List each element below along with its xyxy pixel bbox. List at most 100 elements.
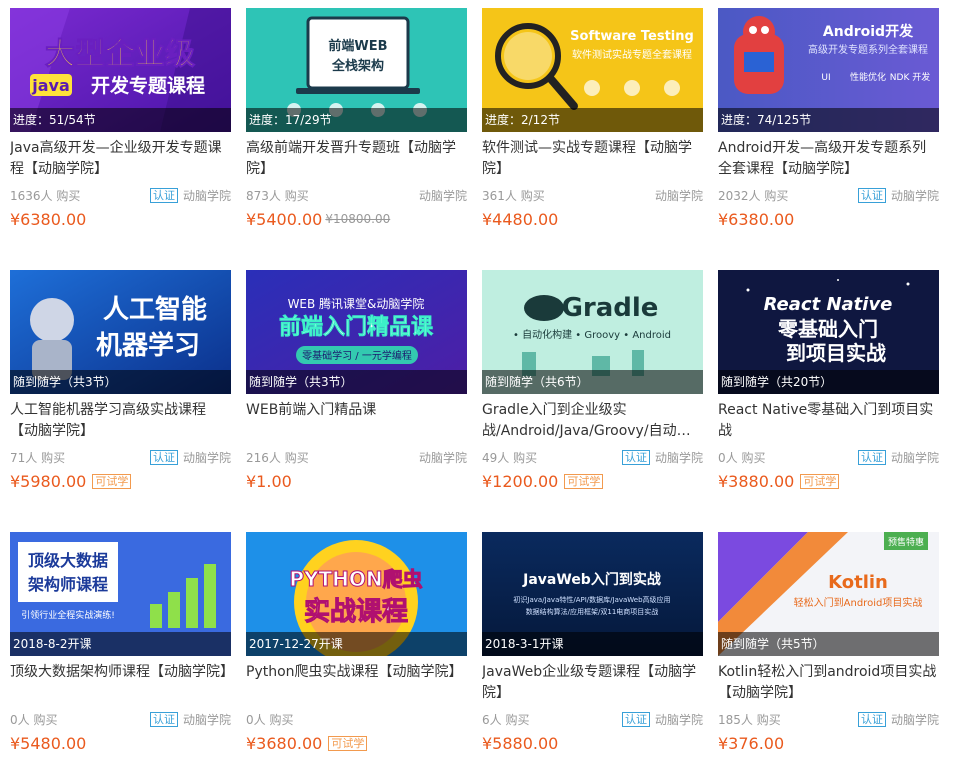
- banner-text: 实战课程: [304, 596, 408, 627]
- organization-name[interactable]: 动脑学院: [891, 449, 939, 466]
- status-bar: 2018-3-1开课: [482, 632, 703, 656]
- course-title[interactable]: 人工智能机器学习高级实战课程【动脑学院】: [10, 400, 231, 442]
- course-thumbnail[interactable]: React Native 零基础入门 到项目实战 随到随学（共20节）: [718, 270, 939, 394]
- status-bar: 随到随学（共5节）: [718, 632, 939, 656]
- status-bar: 进度：74/125节: [718, 108, 939, 132]
- banner-text: 零基础入门: [777, 317, 878, 341]
- course-meta: 0人 购买: [246, 710, 467, 728]
- course-card[interactable]: 顶级大数据 架构师课程 引领行业全程实战演练! 2018-8-2开课 顶级大数据…: [10, 532, 231, 766]
- course-title[interactable]: Android开发—高级开发专题系列全套课程【动脑学院】: [718, 138, 939, 180]
- course-card[interactable]: 预售特惠 Kotlin 轻松入门到Android项目实战 随到随学（共5节） K…: [718, 532, 939, 766]
- course-title[interactable]: Python爬虫实战课程【动脑学院】: [246, 662, 467, 704]
- course-title[interactable]: 高级前端开发晋升专题班【动脑学院】: [246, 138, 467, 180]
- original-price: ¥10800.00: [325, 212, 391, 226]
- buyer-count: 873人 购买: [246, 188, 309, 203]
- price: ¥3880.00: [718, 471, 795, 491]
- course-thumbnail[interactable]: 人工智能 机器学习 随到随学（共3节）: [10, 270, 231, 394]
- organization-name[interactable]: 动脑学院: [655, 187, 703, 204]
- course-title[interactable]: React Native零基础入门到项目实战: [718, 400, 939, 442]
- course-card[interactable]: JavaWeb入门到实战 初识Java/Java特性/API/数据库/JavaW…: [482, 532, 703, 766]
- course-meta: 873人 购买 动脑学院: [246, 186, 467, 204]
- trial-badge: 可试学: [800, 473, 840, 489]
- course-card[interactable]: 前端WEB 全栈架构 进度：17/29节 高级前端开发晋升专题班【动脑学院】 8…: [246, 8, 467, 248]
- banner-text: 到项目实战: [786, 341, 886, 365]
- course-meta: 1636人 购买 认证 动脑学院: [10, 186, 231, 204]
- banner-text: PYTHON爬虫: [289, 567, 422, 591]
- buyer-count: 6人 购买: [482, 712, 530, 727]
- course-thumbnail[interactable]: Software Testing 软件测试实战专题全套课程 进度：2/12节: [482, 8, 703, 132]
- course-thumbnail[interactable]: Android开发 高级开发专题系列全套课程 UI 性能优化 NDK 开发 进度…: [718, 8, 939, 132]
- banner-text: Android开发: [823, 23, 914, 40]
- course-card[interactable]: Gradle • 自动化构建 • Groovy • Android 随到随学（共…: [482, 270, 703, 510]
- course-card[interactable]: PYTHON爬虫 实战课程 2017-12-27开课 Python爬虫实战课程【…: [246, 532, 467, 766]
- price: ¥5980.00: [10, 471, 87, 491]
- course-card[interactable]: Android开发 高级开发专题系列全套课程 UI 性能优化 NDK 开发 进度…: [718, 8, 939, 248]
- organization-name[interactable]: 动脑学院: [419, 449, 467, 466]
- course-thumbnail[interactable]: 预售特惠 Kotlin 轻松入门到Android项目实战 随到随学（共5节）: [718, 532, 939, 656]
- banner-text: JavaWeb入门到实战: [522, 571, 661, 588]
- course-meta: 2032人 购买 认证 动脑学院: [718, 186, 939, 204]
- banner-text: 高级开发专题系列全套课程: [808, 43, 928, 56]
- status-bar: 随到随学（共20节）: [718, 370, 939, 394]
- course-meta: 49人 购买 认证 动脑学院: [482, 448, 703, 466]
- certified-badge: 认证: [149, 449, 178, 465]
- course-thumbnail[interactable]: Gradle • 自动化构建 • Groovy • Android 随到随学（共…: [482, 270, 703, 394]
- course-card[interactable]: 大型企业级 java 开发专题课程 进度：51/54节 Java高级开发—企业级…: [10, 8, 231, 248]
- course-thumbnail[interactable]: JavaWeb入门到实战 初识Java/Java特性/API/数据库/JavaW…: [482, 532, 703, 656]
- course-meta: 6人 购买 认证 动脑学院: [482, 710, 703, 728]
- banner-text: React Native: [764, 294, 893, 315]
- course-card[interactable]: React Native 零基础入门 到项目实战 随到随学（共20节） Reac…: [718, 270, 939, 510]
- organization-name[interactable]: 动脑学院: [183, 187, 231, 204]
- trial-badge: 可试学: [92, 473, 132, 489]
- price-row: ¥5880.00: [482, 732, 703, 754]
- buyer-count: 361人 购买: [482, 188, 545, 203]
- banner-text: 开发专题课程: [91, 74, 205, 97]
- organization-name[interactable]: 动脑学院: [891, 711, 939, 728]
- course-card[interactable]: Software Testing 软件测试实战专题全套课程 进度：2/12节 软…: [482, 8, 703, 248]
- course-grid: 大型企业级 java 开发专题课程 进度：51/54节 Java高级开发—企业级…: [0, 0, 972, 766]
- organization-name[interactable]: 动脑学院: [183, 449, 231, 466]
- course-thumbnail[interactable]: WEB 腾讯课堂&动脑学院 前端入门精品课 零基础学习 / 一元学编程 随到随学…: [246, 270, 467, 394]
- certified-badge: 认证: [857, 449, 886, 465]
- course-title[interactable]: Java高级开发—企业级开发专题课程【动脑学院】: [10, 138, 231, 180]
- organization-name[interactable]: 动脑学院: [655, 711, 703, 728]
- banner-text: Software Testing: [570, 29, 694, 44]
- course-card[interactable]: WEB 腾讯课堂&动脑学院 前端入门精品课 零基础学习 / 一元学编程 随到随学…: [246, 270, 467, 510]
- course-thumbnail[interactable]: 大型企业级 java 开发专题课程 进度：51/54节: [10, 8, 231, 132]
- course-thumbnail[interactable]: 前端WEB 全栈架构 进度：17/29节: [246, 8, 467, 132]
- banner-text: 人工智能: [103, 294, 207, 325]
- organization-name[interactable]: 动脑学院: [419, 187, 467, 204]
- course-card[interactable]: 人工智能 机器学习 随到随学（共3节） 人工智能机器学习高级实战课程【动脑学院】…: [10, 270, 231, 510]
- price-row: ¥3680.00 可试学: [246, 732, 467, 754]
- buyer-count: 185人 购买: [718, 712, 781, 727]
- course-title[interactable]: Gradle入门到企业级实战/Android/Java/Groovy/自动化构建: [482, 400, 703, 442]
- banner-tag: 性能优化: [850, 71, 886, 83]
- course-thumbnail[interactable]: 顶级大数据 架构师课程 引领行业全程实战演练! 2018-8-2开课: [10, 532, 231, 656]
- price: ¥3680.00: [246, 733, 323, 753]
- banner-text: 引领行业全程实战演练!: [21, 609, 115, 621]
- price-row: ¥6380.00: [718, 208, 939, 230]
- price: ¥6380.00: [10, 209, 87, 229]
- course-title[interactable]: WEB前端入门精品课: [246, 400, 467, 442]
- banner-text: WEB 腾讯课堂&动脑学院: [288, 296, 425, 311]
- price-row: ¥376.00: [718, 732, 939, 754]
- buyer-count: 216人 购买: [246, 450, 309, 465]
- course-thumbnail[interactable]: PYTHON爬虫 实战课程 2017-12-27开课: [246, 532, 467, 656]
- course-title[interactable]: JavaWeb企业级专题课程【动脑学院】: [482, 662, 703, 704]
- status-bar: 随到随学（共6节）: [482, 370, 703, 394]
- organization-name[interactable]: 动脑学院: [891, 187, 939, 204]
- course-title[interactable]: 软件测试—实战专题课程【动脑学院】: [482, 138, 703, 180]
- buyer-count: 0人 购买: [718, 450, 766, 465]
- course-title[interactable]: Kotlin轻松入门到android项目实战【动脑学院】: [718, 662, 939, 704]
- banner-text: 初识Java/Java特性/API/数据库/JavaWeb高级应用: [513, 595, 670, 604]
- course-title[interactable]: 顶级大数据架构师课程【动脑学院】: [10, 662, 231, 704]
- organization-name[interactable]: 动脑学院: [655, 449, 703, 466]
- price-row: ¥5980.00 可试学: [10, 470, 231, 492]
- status-bar: 2017-12-27开课: [246, 632, 467, 656]
- banner-text: 轻松入门到Android项目实战: [794, 596, 923, 609]
- price: ¥376.00: [718, 733, 785, 753]
- organization-name[interactable]: 动脑学院: [183, 711, 231, 728]
- status-bar: 随到随学（共3节）: [10, 370, 231, 394]
- status-bar: 进度：2/12节: [482, 108, 703, 132]
- buyer-count: 0人 购买: [10, 712, 58, 727]
